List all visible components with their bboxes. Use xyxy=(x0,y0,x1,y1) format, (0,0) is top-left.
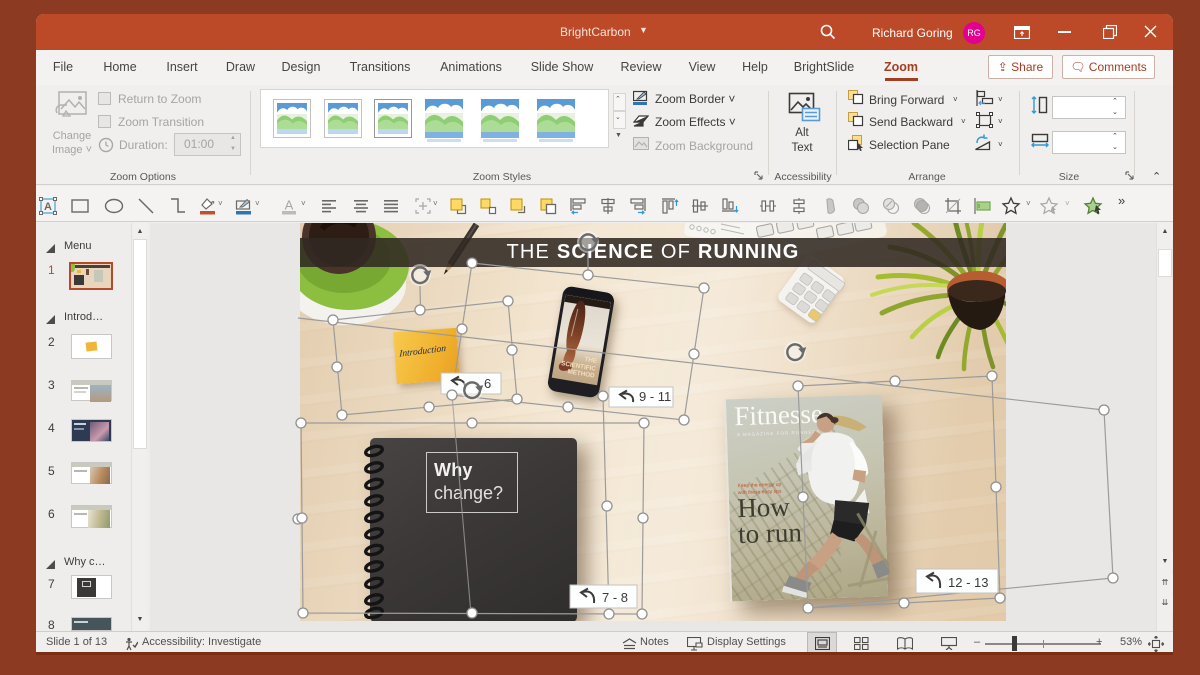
svg-text:6: 6 xyxy=(484,376,491,391)
svg-text:A: A xyxy=(285,198,294,213)
svg-text:A: A xyxy=(44,201,52,213)
svg-text:9 - 11: 9 - 11 xyxy=(639,389,671,404)
svg-text:12 - 13: 12 - 13 xyxy=(948,575,988,590)
svg-text:7 - 8: 7 - 8 xyxy=(602,590,628,605)
